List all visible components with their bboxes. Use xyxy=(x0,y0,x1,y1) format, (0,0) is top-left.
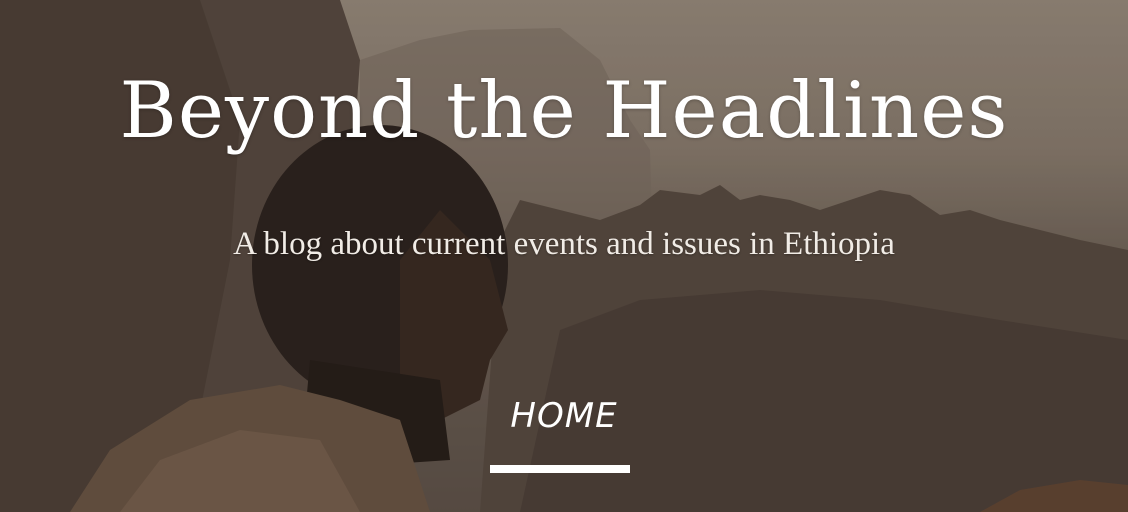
hero-banner: Beyond the Headlines A blog about curren… xyxy=(0,0,1128,512)
nav-active-underline xyxy=(490,465,630,473)
site-tagline: A blog about current events and issues i… xyxy=(233,226,895,262)
nav-item-home[interactable]: HOME xyxy=(510,392,617,440)
site-title[interactable]: Beyond the Headlines xyxy=(0,56,1128,166)
main-nav: HOME xyxy=(0,392,1128,440)
